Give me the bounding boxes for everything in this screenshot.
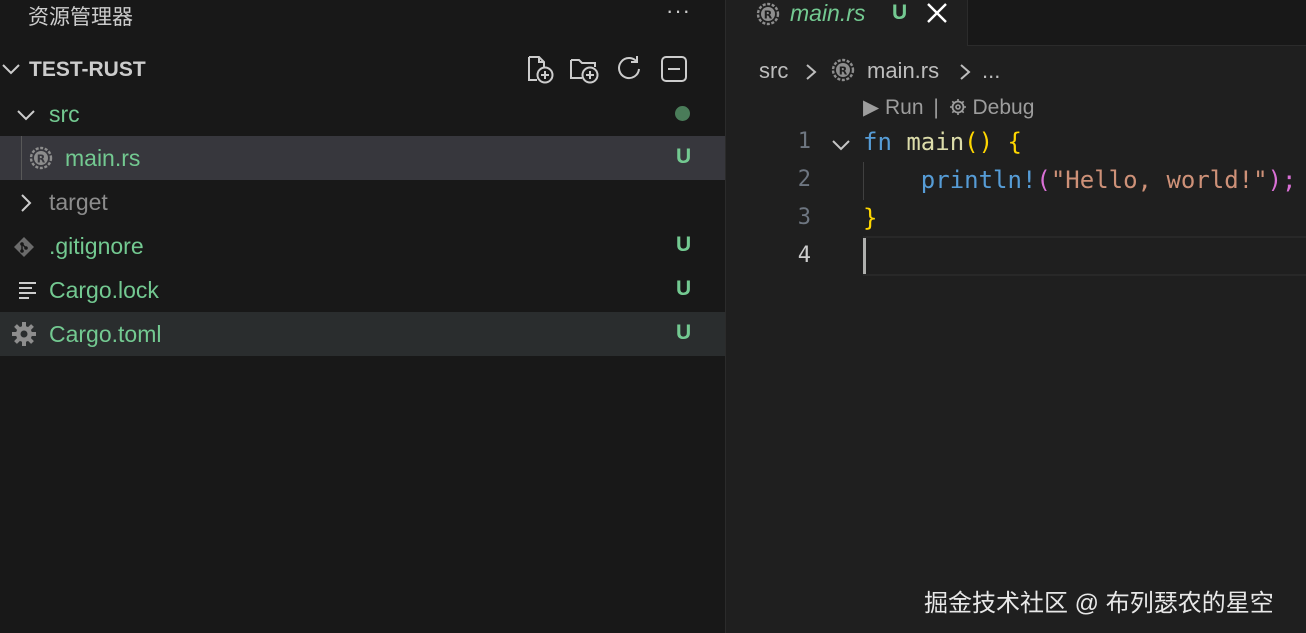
code-token: println! <box>920 166 1037 194</box>
code-text: } <box>863 204 877 232</box>
code-text: println!("Hello, world!"); <box>863 166 1297 194</box>
codelens: ▶ Run | Debug <box>863 95 1034 120</box>
chevron-down-icon <box>2 64 20 75</box>
tree-item-cargo-lock[interactable]: Cargo.lock U <box>0 268 725 312</box>
chevron-down-icon <box>17 110 35 121</box>
untracked-badge: U <box>676 233 692 256</box>
collapse-all-icon[interactable] <box>659 54 689 84</box>
breadcrumb-file[interactable]: main.rs <box>867 58 939 84</box>
tree-item-main-rs[interactable]: R main.rs U <box>0 136 725 180</box>
watermark: 掘金技术社区 @ 布列瑟农的星空 <box>924 590 1274 617</box>
breadcrumb-folder[interactable]: src <box>759 58 788 84</box>
tree-item-label: Cargo.toml <box>49 321 162 347</box>
refresh-icon[interactable] <box>614 54 644 84</box>
code-line: 3 } <box>726 200 1306 238</box>
line-number: 2 <box>797 167 811 192</box>
tree-item-cargo-toml[interactable]: Cargo.toml U <box>0 312 725 356</box>
code-token: "Hello, world!" <box>1050 166 1268 194</box>
rust-file-icon: R <box>831 58 855 82</box>
editor-area: R main.rs U src R main.rs ... ▶ Run | De… <box>726 0 1306 633</box>
untracked-badge: U <box>892 1 908 24</box>
svg-text:R: R <box>839 65 848 78</box>
breadcrumb-more[interactable]: ... <box>982 58 1000 84</box>
untracked-badge: U <box>676 321 692 344</box>
code-token: ( <box>1036 166 1051 194</box>
untracked-badge: U <box>676 145 692 168</box>
git-file-icon <box>14 237 34 257</box>
tree-item-label: target <box>49 189 108 215</box>
rust-file-icon: R <box>756 2 780 26</box>
explorer-sidebar: 资源管理器 ··· TEST-RUST src R main.rs U targ… <box>0 0 725 633</box>
chevron-right-icon <box>21 194 32 212</box>
line-number: 4 <box>797 243 811 268</box>
tree-item-src[interactable]: src <box>0 92 725 136</box>
line-number: 1 <box>797 129 811 154</box>
code-text: fn main() { <box>863 128 1022 156</box>
svg-text:R: R <box>37 153 46 166</box>
breadcrumb: src R main.rs ... <box>726 54 1306 86</box>
tab-label: main.rs <box>790 0 866 26</box>
tab-main-rs[interactable]: R main.rs U <box>726 0 967 46</box>
code-line: 2 println!("Hello, world!"); <box>726 162 1306 200</box>
indent-guide <box>21 136 22 180</box>
codelens-separator: | <box>933 96 939 119</box>
codelens-run[interactable]: ▶ Run <box>863 95 924 120</box>
tree-item-label: .gitignore <box>49 233 144 259</box>
gear-icon <box>949 99 966 115</box>
code-line-current: 4 <box>726 236 1306 276</box>
project-header[interactable]: TEST-RUST <box>0 48 725 92</box>
project-actions <box>524 54 689 86</box>
explorer-header: 资源管理器 ··· <box>0 0 725 30</box>
chevron-right-icon <box>960 64 971 80</box>
svg-text:R: R <box>764 9 773 22</box>
line-number: 3 <box>797 205 811 230</box>
tree-item-gitignore[interactable]: .gitignore U <box>0 224 725 268</box>
fold-chevron-icon[interactable] <box>830 134 852 156</box>
close-icon[interactable] <box>924 0 950 26</box>
code-token: ); <box>1267 166 1297 194</box>
code-token: main <box>906 128 965 156</box>
chevron-right-icon <box>806 64 817 80</box>
rust-file-icon: R <box>29 146 53 170</box>
code-token: () { <box>964 128 1022 156</box>
project-name: TEST-RUST <box>29 58 146 81</box>
code-token: } <box>863 204 878 232</box>
code-line: 1 fn main() { <box>726 124 1306 162</box>
explorer-title: 资源管理器 <box>28 6 133 29</box>
code-token: fn <box>863 128 907 156</box>
lines-file-icon <box>19 282 36 299</box>
codelens-debug[interactable]: Debug <box>973 96 1035 120</box>
text-cursor <box>863 238 866 274</box>
current-line-highlight <box>863 236 1306 276</box>
gear-file-icon <box>12 322 36 346</box>
tab-strip-empty <box>967 0 1306 46</box>
tree-item-label: src <box>49 101 80 127</box>
new-file-icon[interactable] <box>524 54 554 84</box>
tree-item-target[interactable]: target <box>0 180 725 224</box>
tree-item-label: main.rs <box>65 145 141 171</box>
more-actions-button[interactable]: ··· <box>666 0 691 24</box>
new-folder-icon[interactable] <box>569 54 599 84</box>
modified-dot <box>675 106 690 121</box>
tree-item-label: Cargo.lock <box>49 277 159 303</box>
untracked-badge: U <box>676 277 692 300</box>
